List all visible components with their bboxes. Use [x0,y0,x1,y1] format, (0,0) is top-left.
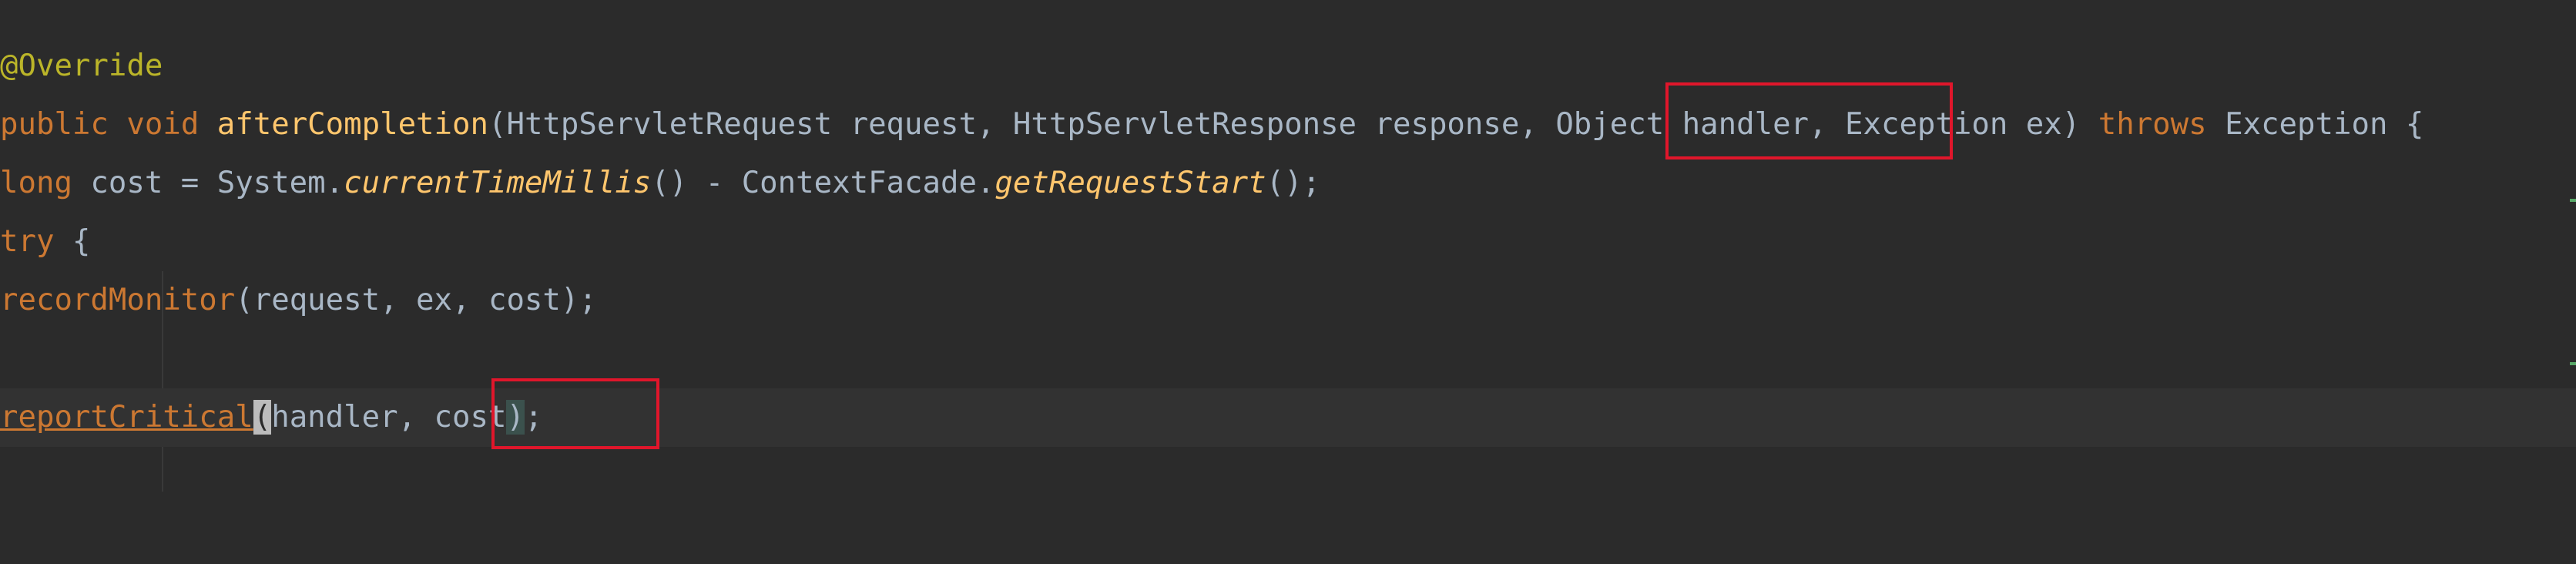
text-caret: ( [253,400,272,435]
get-request-start-call[interactable]: getRequestStart [995,166,1266,200]
override-annotation: @Override [0,49,163,83]
code-line-try[interactable]: try { [0,213,2576,271]
current-time-millis-call[interactable]: currentTimeMillis [344,166,651,200]
code-line-method-signature[interactable]: public void afterCompletion(HttpServletR… [0,96,2576,154]
signature-params-start: (HttpServletRequest request, HttpServlet… [488,107,1556,142]
keyword-throws: throws [2098,107,2207,142]
method-name-after-completion[interactable]: afterCompletion [217,107,488,142]
try-brace: { [54,224,91,259]
highlight-box-handler-arg [491,378,659,449]
cost-assign: cost = System. [72,166,344,200]
code-line-annotation[interactable]: @Override [0,37,2576,96]
line-terminator: (); [1266,166,1321,200]
report-critical-call[interactable]: reportCritical [0,400,253,435]
code-line-report-critical[interactable]: reportCritical(handler, cost); [0,388,2576,447]
change-marker [2570,199,2576,202]
change-marker [2570,362,2576,365]
keyword-public: public [0,107,109,142]
code-line-cost[interactable]: long cost = System.currentTimeMillis() -… [0,154,2576,213]
code-line-blank[interactable] [0,330,2576,388]
context-facade-ref: () - ContextFacade. [651,166,995,200]
keyword-void: void [126,107,200,142]
code-editor[interactable]: @Override public void afterCompletion(Ht… [0,0,2576,492]
code-line-record-monitor[interactable]: recordMonitor(request, ex, cost); [0,271,2576,330]
signature-exception: Exception { [2206,107,2424,142]
keyword-long: long [0,166,72,200]
record-monitor-call[interactable]: recordMonitor [0,283,235,317]
record-monitor-args: (request, ex, cost); [235,283,597,317]
report-critical-args: handler, cost [271,400,507,435]
keyword-try: try [0,224,55,259]
highlight-box-handler-param [1665,82,1953,159]
